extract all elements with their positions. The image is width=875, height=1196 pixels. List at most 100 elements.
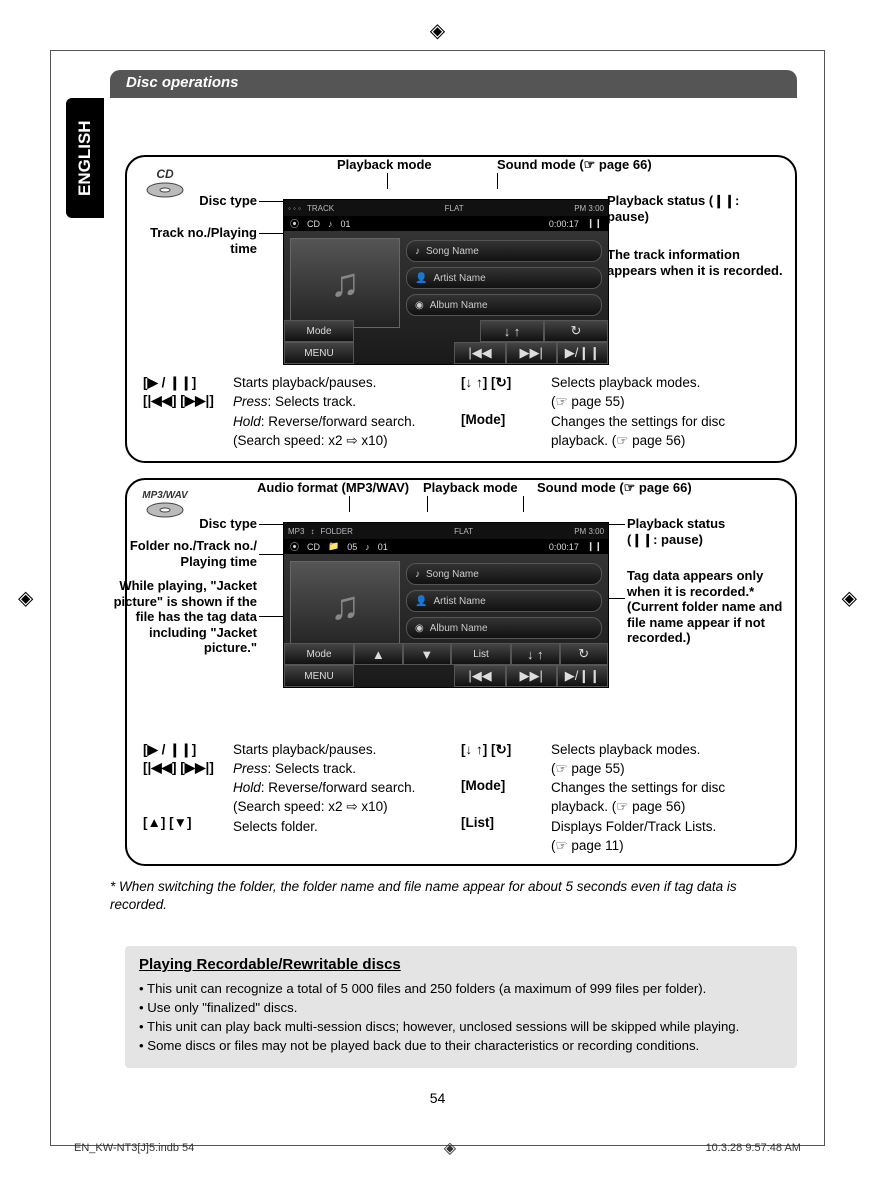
callout-sound-mode: Sound mode (☞ page 66) — [497, 157, 652, 173]
folder-down-button[interactable]: ▼ — [403, 643, 452, 665]
control-desc-line: (☞ page 11) — [551, 837, 779, 855]
control-desc-line: Changes the settings for disc — [551, 413, 779, 431]
info-box-list: This unit can recognize a total of 5 000… — [139, 979, 783, 1056]
leader-line — [387, 173, 388, 189]
callout-disc-type: Disc type — [127, 193, 257, 209]
leader-line — [349, 496, 350, 512]
clock: PM 3:00 — [574, 527, 604, 536]
control-desc-line: Starts playback/pauses. — [233, 374, 461, 392]
mode-button[interactable]: Mode — [284, 320, 354, 342]
folder-label: FOLDER — [320, 527, 352, 536]
folder-up-button[interactable]: ▲ — [354, 643, 403, 665]
prev-button[interactable]: |◀◀ — [454, 665, 505, 687]
cd-panel: CD Playback mode Sound mode (☞ page 66) … — [125, 155, 797, 463]
repeat-button[interactable]: ↻ — [560, 643, 609, 665]
control-keys: [↓ ↑] [↻] [Mode] — [461, 374, 551, 451]
disc-badge-label: MP3/WAV — [141, 490, 189, 501]
play-pause-button[interactable]: ▶/❙❙ — [557, 665, 608, 687]
repeat-button[interactable]: ↻ — [544, 320, 608, 342]
leader-line — [523, 496, 524, 512]
tag-album-text: Album Name — [430, 300, 488, 311]
shuffle-button[interactable]: ↓ ↑ — [480, 320, 544, 342]
control-key: [↓ ↑] [↻] — [461, 374, 551, 392]
disc-badge-mp3: MP3/WAV — [141, 490, 189, 519]
callout-jacket: While playing, "Jacket picture" is shown… — [109, 578, 257, 656]
folder-number: 05 — [347, 542, 357, 552]
print-footer: EN_KW-NT3[J]5.indb 54 ◈ 10.3.28 9:57:48 … — [74, 1138, 801, 1158]
control-desc-line: (☞ page 55) — [551, 393, 779, 411]
language-label: ENGLISH — [75, 120, 95, 196]
control-desc-line: playback. (☞ page 56) — [551, 798, 779, 816]
control-key: [▶ / ❙❙] — [143, 741, 233, 759]
control-key: [|◀◀] [▶▶|] — [143, 759, 233, 777]
control-desc-line: (Search speed: x2 ⇨ x10) — [233, 432, 461, 450]
note-icon: ♪ — [415, 569, 420, 580]
screen-infobar: ⦿ CD ♪ 01 0:00:17 ❙❙ — [284, 216, 608, 232]
play-pause-button[interactable]: ▶/❙❙ — [557, 342, 608, 364]
control-desc-line: (Search speed: x2 ⇨ x10) — [233, 798, 461, 816]
callout-track-info: The track information appears when it is… — [607, 247, 787, 278]
tag-artist-text: Artist Name — [433, 596, 485, 607]
list-button[interactable]: List — [451, 643, 511, 665]
disc-type-icon: ⦿ — [290, 540, 299, 553]
eq-mode: FLAT — [445, 204, 464, 213]
screen-body: ♫ ♪Song Name 👤Artist Name ◉ Album Name — [284, 232, 608, 332]
control-desc-line: Selects folder. — [233, 818, 461, 836]
album-art-icon: ♫ — [290, 238, 400, 328]
tag-list: ♪Song Name 👤Artist Name ◉Album Name — [406, 555, 608, 655]
tag-artist: 👤 Artist Name — [406, 590, 602, 612]
info-box: Playing Recordable/Rewritable discs This… — [125, 946, 797, 1068]
page-number: 54 — [0, 1090, 875, 1106]
screen-side-buttons: Mode MENU — [284, 320, 354, 364]
prev-button[interactable]: |◀◀ — [454, 342, 505, 364]
tag-artist-text: Artist Name — [433, 273, 485, 284]
control-desc-line: Press: Selects track. — [233, 393, 461, 411]
play-time: 0:00:17 — [549, 542, 579, 552]
control-desc: Starts playback/pauses.Press: Selects tr… — [233, 374, 461, 451]
leader-line — [427, 496, 428, 512]
note-icon: ♪ — [328, 219, 333, 229]
mp3-panel: MP3/WAV Audio format (MP3/WAV) Playback … — [125, 478, 797, 866]
shuffle-button[interactable]: ↓ ↑ — [511, 643, 560, 665]
person-icon: 👤 — [415, 596, 427, 607]
note-icon: ♪ — [365, 542, 370, 552]
callout-playback-status: Playback status (❙❙: pause) — [607, 193, 777, 224]
control-desc-line: Starts playback/pauses. — [233, 741, 461, 759]
eq-mode: FLAT — [454, 527, 473, 536]
tag-list: ♪Song Name 👤Artist Name ◉ Album Name — [406, 232, 608, 332]
control-keys: [▶ / ❙❙][|◀◀] [▶▶|] [▲] [▼] — [143, 741, 233, 856]
tag-artist: 👤Artist Name — [406, 267, 602, 289]
mode-button[interactable]: Mode — [284, 643, 354, 665]
menu-button[interactable]: MENU — [284, 665, 354, 687]
next-button[interactable]: ▶▶| — [506, 665, 557, 687]
menu-button[interactable]: MENU — [284, 342, 354, 364]
callout-disc-type: Disc type — [127, 516, 257, 532]
control-desc-line: Selects playback modes. — [551, 741, 779, 759]
control-keys: [↓ ↑] [↻] [Mode] [List] — [461, 741, 551, 856]
control-key: [↓ ↑] [↻] — [461, 741, 551, 759]
info-list-item: Use only "finalized" discs. — [139, 998, 783, 1017]
tag-song-text: Song Name — [426, 246, 479, 257]
callout-playback-mode: Playback mode — [423, 480, 518, 496]
disc-icon: ◉ — [415, 300, 424, 311]
control-key: [▶ / ❙❙] — [143, 374, 233, 392]
crop-mark-icon: ◈ — [842, 586, 857, 611]
disc-icon: ◉ — [415, 623, 424, 634]
disc-type-text: CD — [307, 542, 320, 552]
controls-left-col: [▶ / ❙❙][|◀◀] [▶▶|] Starts playback/paus… — [143, 374, 461, 451]
info-box-title: Playing Recordable/Rewritable discs — [139, 956, 783, 973]
control-desc-line: Hold: Reverse/forward search. — [233, 779, 461, 797]
footnote: * When switching the folder, the folder … — [110, 878, 797, 913]
clock: PM 3:00 — [574, 204, 604, 213]
control-desc-line: Press: Selects track. — [233, 760, 461, 778]
crop-mark-icon: ◈ — [18, 586, 33, 611]
next-button[interactable]: ▶▶| — [506, 342, 557, 364]
tag-song: ♪Song Name — [406, 240, 602, 262]
language-tab: ENGLISH — [66, 98, 104, 218]
tag-album: ◉ Album Name — [406, 294, 602, 316]
folder-icon: 📁 — [328, 541, 339, 552]
format-label: MP3 — [288, 527, 304, 536]
tag-song-text: Song Name — [426, 569, 479, 580]
callout-folder-track: Folder no./Track no./ Playing time — [121, 538, 257, 569]
leader-line — [497, 173, 498, 189]
